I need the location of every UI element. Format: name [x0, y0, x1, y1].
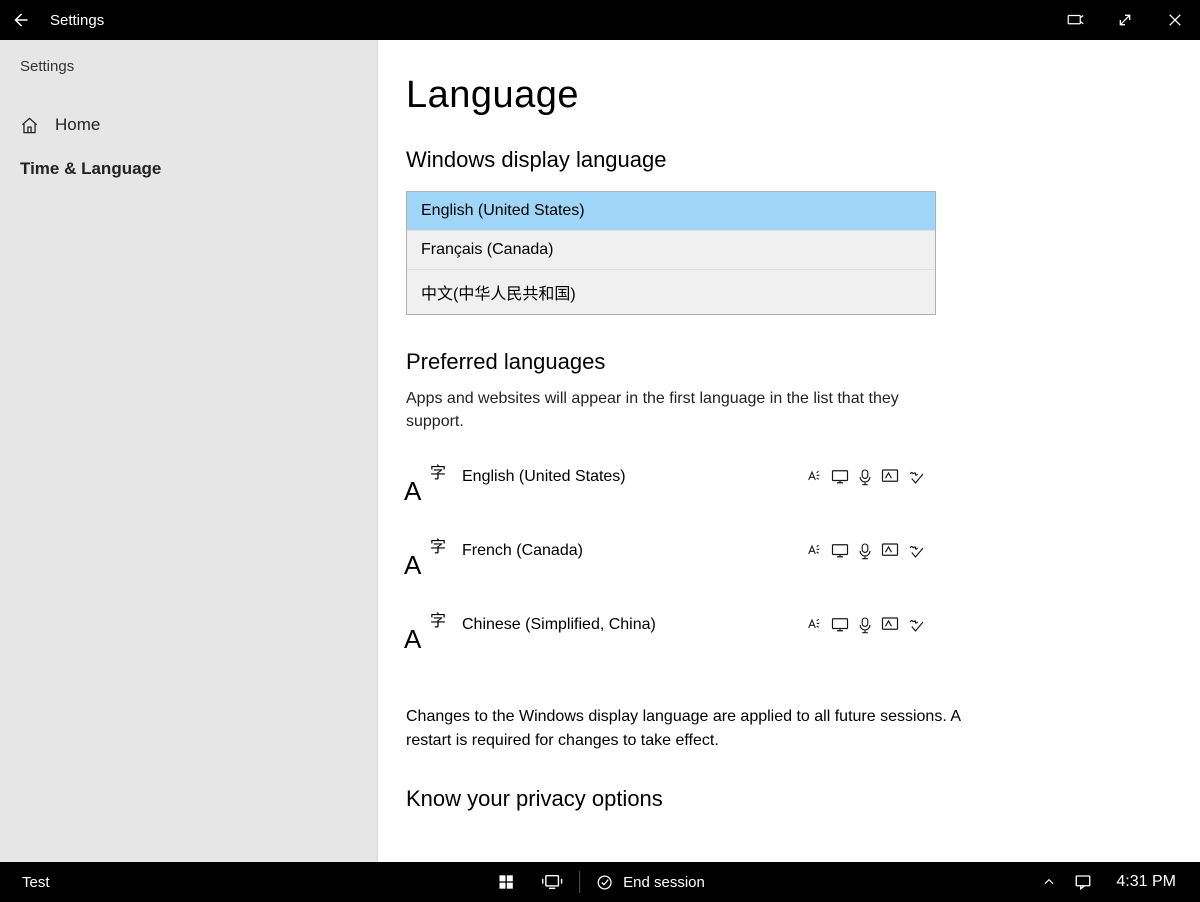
spellcheck-icon: [908, 542, 926, 560]
taskbar-label: Test: [0, 874, 50, 891]
display-language-note: Changes to the Windows display language …: [406, 705, 966, 751]
speech-icon: [858, 542, 872, 560]
connect-icon[interactable]: [1050, 0, 1100, 40]
display-language-heading: Windows display language: [406, 147, 1140, 173]
handwriting-icon: [881, 542, 899, 560]
spellcheck-icon: [908, 616, 926, 634]
task-view-button[interactable]: [529, 862, 575, 902]
taskbar: Test End session 4:31 PM: [0, 862, 1200, 902]
taskbar-clock[interactable]: 4:31 PM: [1110, 873, 1200, 891]
maximize-button[interactable]: [1100, 0, 1150, 40]
end-session-button[interactable]: End session: [584, 874, 717, 891]
home-icon: [20, 116, 39, 135]
handwriting-icon: [881, 468, 899, 486]
sidebar-item-label: Home: [55, 115, 100, 135]
text-to-speech-icon: [806, 542, 822, 560]
window-title: Settings: [50, 12, 104, 29]
window-titlebar: Settings: [0, 0, 1200, 40]
preferred-language-item[interactable]: 字A Chinese (Simplified, China): [406, 603, 926, 677]
display-icon: [831, 616, 849, 634]
privacy-heading: Know your privacy options: [406, 786, 1140, 812]
language-feature-icons: [806, 468, 926, 486]
back-button[interactable]: [0, 0, 40, 40]
speech-icon: [858, 616, 872, 634]
spellcheck-icon: [908, 468, 926, 486]
display-language-option[interactable]: English (United States): [407, 192, 935, 230]
sidebar-item-home[interactable]: Home: [0, 103, 377, 147]
text-to-speech-icon: [806, 616, 822, 634]
language-feature-icons: [806, 542, 926, 560]
language-feature-icons: [806, 616, 926, 634]
preferred-language-label: English (United States): [462, 468, 806, 486]
preferred-languages-heading: Preferred languages: [406, 349, 1140, 375]
display-language-select[interactable]: English (United States) Français (Canada…: [406, 191, 936, 315]
handwriting-icon: [881, 616, 899, 634]
preferred-languages-description: Apps and websites will appear in the fir…: [406, 387, 936, 433]
preferred-language-item[interactable]: 字A French (Canada): [406, 529, 926, 603]
sidebar-item-label: Time & Language: [20, 159, 161, 179]
tray-chevron-icon[interactable]: [1042, 875, 1056, 889]
display-language-option[interactable]: Français (Canada): [407, 230, 935, 269]
close-button[interactable]: [1150, 0, 1200, 40]
language-icon: 字A: [406, 465, 446, 501]
language-icon: 字A: [406, 539, 446, 575]
action-center-icon[interactable]: [1074, 873, 1092, 891]
preferred-language-label: Chinese (Simplified, China): [462, 616, 806, 634]
display-language-option[interactable]: 中文(中华人民共和国): [407, 269, 935, 314]
display-icon: [831, 468, 849, 486]
display-icon: [831, 542, 849, 560]
language-icon: 字A: [406, 613, 446, 649]
preferred-language-item[interactable]: 字A English (United States): [406, 455, 926, 529]
speech-icon: [858, 468, 872, 486]
page-title: Language: [406, 74, 1140, 117]
preferred-language-label: French (Canada): [462, 542, 806, 560]
text-to-speech-icon: [806, 468, 822, 486]
content-area: Language Windows display language Englis…: [378, 40, 1200, 862]
sidebar-item-time-language[interactable]: Time & Language: [0, 147, 377, 191]
end-session-label: End session: [623, 874, 705, 891]
sidebar: Settings Home Time & Language: [0, 40, 378, 862]
breadcrumb: Settings: [0, 58, 377, 103]
start-button[interactable]: [483, 862, 529, 902]
